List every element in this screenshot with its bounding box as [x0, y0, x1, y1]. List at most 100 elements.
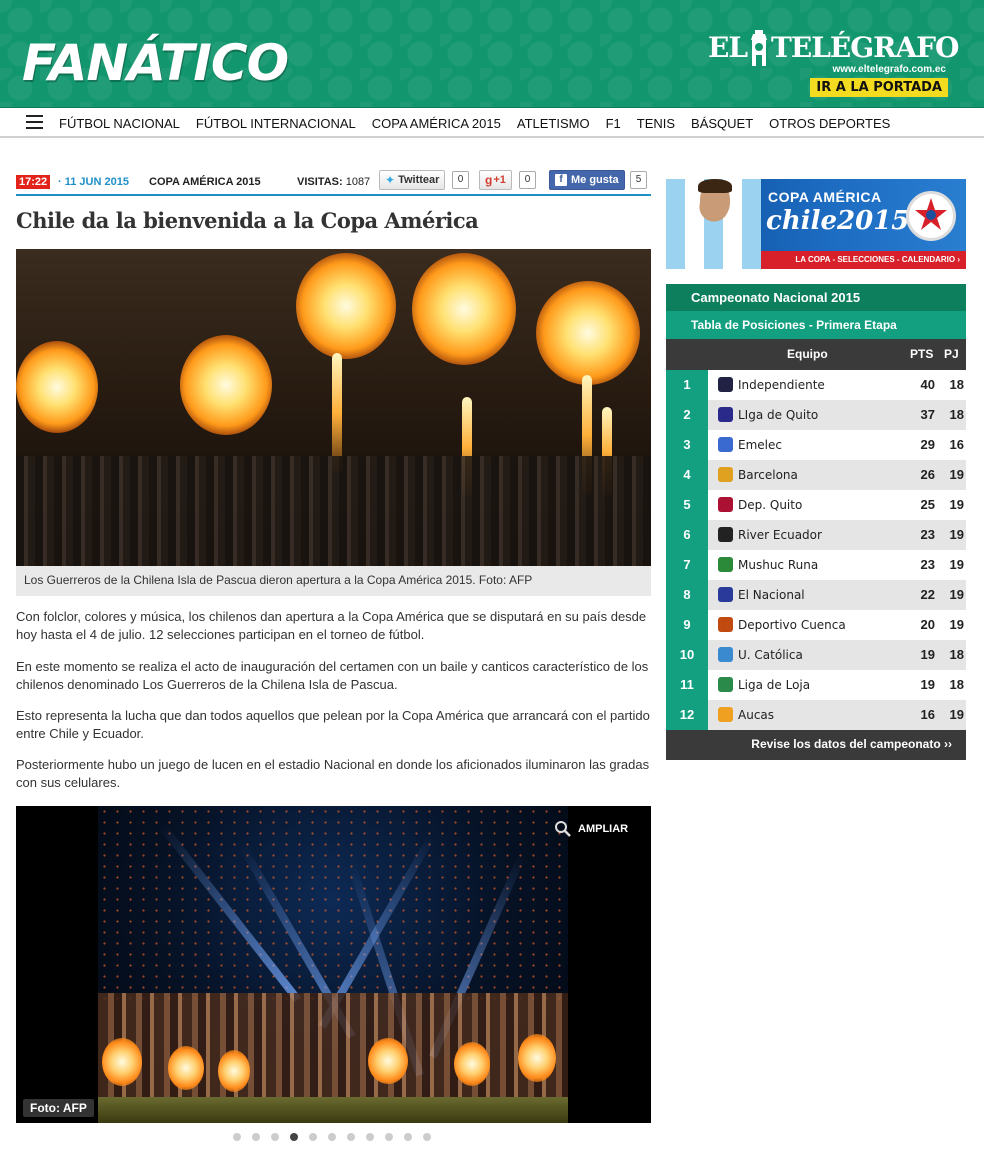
team-points: 25 [920, 497, 935, 512]
photo-gallery[interactable]: AMPLIAR Foto: AFP [16, 806, 651, 1123]
partner-name: EL TELÉGRAFO [708, 30, 959, 66]
hamburger-menu-icon[interactable] [26, 115, 43, 129]
table-row[interactable]: 3 Emelec 29 16 [666, 430, 966, 460]
gallery-dot[interactable] [328, 1133, 336, 1141]
team-crest-icon [718, 527, 733, 542]
team-points: 40 [920, 377, 935, 392]
table-row[interactable]: 4 Barcelona 26 19 [666, 460, 966, 490]
table-row[interactable]: 7 Mushuc Runa 23 19 [666, 550, 966, 580]
row-position: 12 [666, 700, 708, 730]
team-name[interactable]: El Nacional [738, 588, 805, 602]
article-hero-image[interactable] [16, 249, 651, 566]
gplus-share-button[interactable]: g +1 [479, 170, 512, 190]
gplus-icon: g [485, 173, 493, 187]
team-played: 19 [949, 527, 964, 542]
nav-item-atletismo[interactable]: ATLETISMO [509, 116, 598, 131]
article-paragraph: Con folclor, colores y música, los chile… [16, 609, 647, 642]
team-crest-icon [718, 557, 733, 572]
gallery-dot[interactable] [366, 1133, 374, 1141]
fire-burst [218, 1050, 250, 1092]
gallery-pager [233, 1133, 431, 1141]
gallery-photo[interactable] [98, 806, 568, 1123]
image-caption: Los Guerreros de la Chilena Isla de Pasc… [16, 566, 651, 596]
team-played: 19 [949, 707, 964, 722]
table-row[interactable]: 9 Deportivo Cuenca 20 19 [666, 610, 966, 640]
team-name[interactable]: Dep. Quito [738, 498, 802, 512]
team-name[interactable]: U. Católica [738, 648, 803, 662]
team-played: 18 [949, 647, 964, 662]
row-position: 6 [666, 520, 708, 550]
table-row[interactable]: 10 U. Católica 19 18 [666, 640, 966, 670]
row-position: 3 [666, 430, 708, 460]
row-body: Barcelona 26 19 [708, 460, 966, 490]
team-crest-icon [718, 497, 733, 512]
fire-burst [168, 1046, 204, 1090]
team-name[interactable]: Emelec [738, 438, 782, 452]
site-logo[interactable]: FANÁTICO [22, 34, 289, 92]
table-row[interactable]: 11 Liga de Loja 19 18 [666, 670, 966, 700]
nav-item-otros-deportes[interactable]: OTROS DEPORTES [761, 116, 898, 131]
gplus-count: 0 [519, 171, 536, 189]
facebook-like-button[interactable]: f Me gusta [549, 170, 625, 190]
table-row[interactable]: 6 River Ecuador 23 19 [666, 520, 966, 550]
banner-title: COPA AMÉRICA [768, 189, 882, 205]
team-name[interactable]: Liga de Loja [738, 678, 810, 692]
gallery-dot[interactable] [252, 1133, 260, 1141]
team-name[interactable]: Deportivo Cuenca [738, 618, 846, 632]
go-home-button[interactable]: IR A LA PORTADA [810, 78, 948, 97]
standings-more-link[interactable]: Revise los datos del campeonato ›› [666, 730, 966, 760]
team-name[interactable]: River Ecuador [738, 528, 822, 542]
team-name[interactable]: LIga de Quito [738, 408, 818, 422]
team-crest-icon [718, 647, 733, 662]
visit-counter: VISITAS: 1087 [297, 176, 371, 188]
copa-america-banner[interactable]: COPA AMÉRICA chile2015 LA COPA - SELECCI… [666, 179, 966, 269]
gallery-dot[interactable] [290, 1133, 298, 1141]
table-row[interactable]: 5 Dep. Quito 25 19 [666, 490, 966, 520]
row-position: 7 [666, 550, 708, 580]
article-section[interactable]: COPA AMÉRICA 2015 [149, 176, 261, 188]
article-title: Chile da la bienvenida a la Copa América [16, 208, 479, 233]
team-points: 26 [920, 467, 935, 482]
banner-links[interactable]: LA COPA - SELECCIONES - CALENDARIO › [761, 251, 966, 269]
team-played: 18 [949, 677, 964, 692]
nav-item-f1[interactable]: F1 [598, 116, 629, 131]
table-row[interactable]: 12 Aucas 16 19 [666, 700, 966, 730]
zoom-button[interactable]: AMPLIAR [554, 820, 628, 838]
nav-item-tenis[interactable]: TENIS [629, 116, 683, 131]
table-row[interactable]: 2 LIga de Quito 37 18 [666, 400, 966, 430]
nav-item-copa-america[interactable]: COPA AMÉRICA 2015 [364, 116, 509, 131]
gallery-dot[interactable] [233, 1133, 241, 1141]
gallery-dot[interactable] [404, 1133, 412, 1141]
row-position: 11 [666, 670, 708, 700]
fire-burst [518, 1034, 556, 1082]
row-position: 4 [666, 460, 708, 490]
nav-item-basquet[interactable]: BÁSQUET [683, 116, 761, 131]
main-nav: FÚTBOL NACIONAL FÚTBOL INTERNACIONAL COP… [0, 108, 984, 138]
gallery-dot[interactable] [271, 1133, 279, 1141]
article-paragraph: Posteriormente hubo un juego de lucen en… [16, 757, 650, 790]
row-position: 9 [666, 610, 708, 640]
team-played: 19 [949, 557, 964, 572]
table-row[interactable]: 1 Independiente 40 18 [666, 370, 966, 400]
gallery-dot[interactable] [385, 1133, 393, 1141]
standings-title: Campeonato Nacional 2015 [666, 284, 966, 311]
nav-item-futbol-nacional[interactable]: FÚTBOL NACIONAL [51, 116, 188, 131]
table-row[interactable]: 8 El Nacional 22 19 [666, 580, 966, 610]
team-played: 19 [949, 617, 964, 632]
nav-item-futbol-internacional[interactable]: FÚTBOL INTERNACIONAL [188, 116, 364, 131]
team-name[interactable]: Independiente [738, 378, 825, 392]
gallery-dot[interactable] [423, 1133, 431, 1141]
gallery-dot[interactable] [347, 1133, 355, 1141]
twitter-share-button[interactable]: ✦ Twittear [379, 170, 446, 190]
facebook-count: 5 [630, 171, 647, 189]
team-name[interactable]: Mushuc Runa [738, 558, 818, 572]
fire-burst [454, 1042, 490, 1086]
partner-logo[interactable]: EL TELÉGRAFO www.eltelegrafo.com.ec IR A… [708, 30, 959, 100]
row-position: 10 [666, 640, 708, 670]
team-points: 22 [920, 587, 935, 602]
fire-burst [296, 253, 396, 359]
gallery-dot[interactable] [309, 1133, 317, 1141]
team-crest-icon [718, 587, 733, 602]
team-name[interactable]: Barcelona [738, 468, 798, 482]
team-name[interactable]: Aucas [738, 708, 774, 722]
